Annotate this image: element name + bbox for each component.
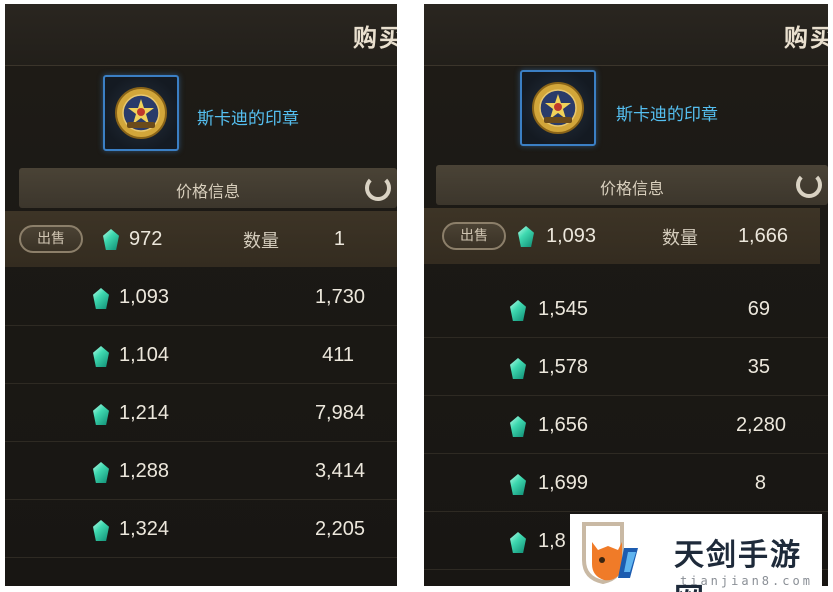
listing-price: 1,8 [538,530,566,552]
sell-button[interactable]: 出售 [19,225,83,253]
listing-quantity: 1,730 [314,286,365,308]
listing-price: 1,324 [119,518,170,540]
market-panel-right: 购买 斯卡迪的印章 价格信息 出售 1,093 数量 1,666 1,545 6… [424,4,828,586]
item-name: 斯卡迪的印章 [616,105,718,125]
listing-quantity: 411 [322,344,354,366]
buy-title: 购买 [353,24,397,52]
listing-quantity: 8 [754,472,766,494]
listing-row[interactable]: 1,578 35 [424,338,828,396]
item-icon-frame[interactable] [103,75,179,151]
buy-title: 购买 [784,24,828,52]
gem-icon [93,346,109,367]
listing-price: 1,545 [538,298,589,320]
fox-logo-icon [582,522,638,585]
seal-icon [115,87,167,139]
gem-icon [93,404,109,425]
listing-price: 1,214 [119,402,170,424]
refresh-icon[interactable] [796,172,822,198]
gem-icon [93,288,109,309]
sale-price: 1,093 [546,225,597,247]
listing-price: 1,699 [538,472,589,494]
listing-row[interactable]: 1,104 411 [5,326,397,384]
listing-quantity: 3,414 [314,460,365,482]
listing-quantity: 2,205 [314,518,365,540]
sale-row: 出售 1,093 数量 1,666 [424,208,820,264]
market-panel-left: 购买 斯卡迪的印章 价格信息 出售 972 数量 1 1,093 1,730 1… [5,4,397,586]
gem-icon [93,462,109,483]
refresh-icon[interactable] [365,175,391,201]
gem-icon [510,532,526,553]
sell-button[interactable]: 出售 [442,222,506,250]
listing-quantity: 69 [747,298,770,320]
item-icon-frame[interactable] [520,70,596,146]
watermark-url: tianjian8.com [680,574,813,588]
item-header: 斯卡迪的印章 [5,66,397,164]
listing-row[interactable]: 1,214 7,984 [5,384,397,442]
gem-icon [510,416,526,437]
price-info-label: 价格信息 [175,182,240,201]
item-header: 斯卡迪的印章 [424,66,828,164]
listing-quantity: 35 [747,356,770,378]
price-info-label: 价格信息 [599,179,664,198]
listing-row[interactable]: 1,288 3,414 [5,442,397,500]
listing-price: 1,578 [538,356,589,378]
price-info-header: 价格信息 [436,165,828,205]
listing-row[interactable]: 1,093 1,730 [5,268,397,326]
top-bar: 购买 [424,4,828,66]
listing-quantity: 2,280 [735,414,786,436]
listing-row[interactable]: 1,545 69 [424,280,828,338]
quantity-label: 数量 [662,228,698,249]
listing-price: 1,104 [119,344,170,366]
listing-quantity: 7,984 [314,402,365,424]
item-name: 斯卡迪的印章 [197,109,299,129]
sale-quantity: 1 [333,228,345,250]
gem-icon [510,300,526,321]
sale-price: 972 [129,228,163,250]
listing-price: 1,656 [538,414,589,436]
listing-price: 1,288 [119,460,170,482]
gem-icon [518,226,534,247]
listing-row[interactable]: 1,324 2,205 [5,500,397,558]
site-watermark: 天剑手游网 tianjian8.com [570,514,822,592]
listing-row[interactable]: 1,699 8 [424,454,828,512]
gem-icon [93,520,109,541]
gem-icon [103,229,119,250]
price-info-header: 价格信息 [19,168,397,208]
sale-row: 出售 972 数量 1 [5,211,397,267]
gem-icon [510,474,526,495]
listing-row[interactable]: 1,656 2,280 [424,396,828,454]
seal-icon [532,82,584,134]
sale-quantity: 1,666 [737,225,788,247]
top-bar: 购买 [5,4,397,66]
listing-price: 1,093 [119,286,170,308]
gem-icon [510,358,526,379]
